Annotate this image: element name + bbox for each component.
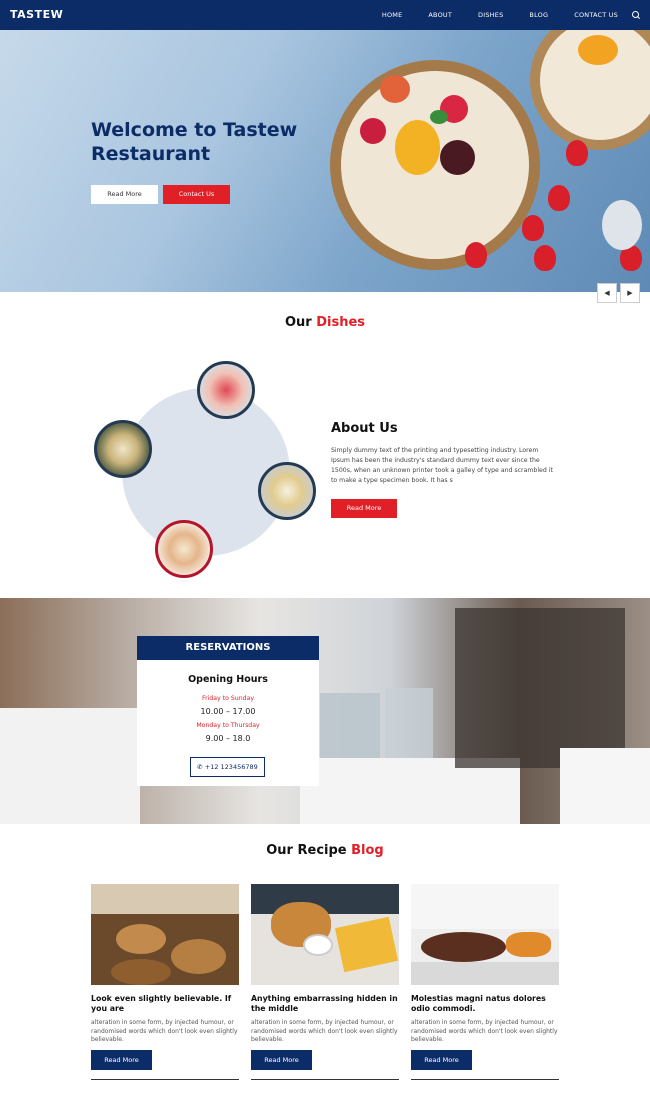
dishes-section-title: Our Dishes <box>0 315 650 330</box>
blog-image-1-food <box>111 959 171 985</box>
opening-day-2: Monday to Thursday <box>196 722 260 729</box>
dish-plate <box>258 462 316 520</box>
blog-image-1-food <box>116 924 166 954</box>
about-read-more-button[interactable]: Read More <box>331 499 397 518</box>
hero-fruit <box>360 118 386 144</box>
hero-strawberry <box>465 242 487 268</box>
chair <box>455 608 625 768</box>
arrow-right-icon[interactable]: ▶ <box>620 283 640 303</box>
hero-contact-button[interactable]: Contact Us <box>163 185 230 204</box>
nav-menu: HOME ABOUT DISHES BLOG CONTACT US <box>356 0 640 30</box>
opening-hours-1: 10.00 – 17.00 <box>200 707 256 716</box>
opening-day-1: Friday to Sunday <box>201 695 255 702</box>
dishes-title-accent: Dishes <box>316 315 366 330</box>
opening-hours-title: Opening Hours <box>188 674 268 685</box>
blog-post-text-1: alteration in some form, by injected hum… <box>91 1019 238 1043</box>
blog-image-2-sauce <box>303 934 333 956</box>
hero-strawberry <box>534 245 556 271</box>
hero-fruit <box>380 75 410 103</box>
blog-image-1-bg <box>91 884 239 914</box>
hero-title: Welcome to Tastew Restaurant <box>91 119 298 165</box>
hero-strawberry <box>522 215 544 241</box>
hero-read-more-button[interactable]: Read More <box>91 185 158 204</box>
blog-title-accent: Blog <box>351 843 384 858</box>
blog-image-3-food <box>421 932 506 962</box>
opening-hours-2: 9.00 – 18.0 <box>205 734 251 743</box>
blog-post-text-3: alteration in some form, by injected hum… <box>411 1019 558 1043</box>
hero-banner: Welcome to Tastew Restaurant Read More C… <box>0 30 650 292</box>
blog-section-title: Our Recipe Blog <box>0 843 650 858</box>
arrow-left-icon[interactable]: ◀ <box>597 283 617 303</box>
blog-image-3-bg <box>411 884 559 929</box>
phone-icon: ✆ <box>197 763 205 771</box>
blog-image-2-fries <box>334 916 399 973</box>
navbar: TASTEW HOME ABOUT DISHES BLOG CONTACT US <box>0 0 650 30</box>
dishes-title-part: Our <box>284 315 317 330</box>
about-title: About Us <box>331 421 398 436</box>
hero-strawberry <box>548 185 570 211</box>
napkin <box>560 748 650 824</box>
brand-logo[interactable]: TASTEW <box>10 8 63 21</box>
hero-leaf <box>430 110 448 124</box>
nav-home[interactable]: HOME <box>382 11 403 19</box>
blog-post-title-3[interactable]: Molestias magni natus dolores odio commo… <box>411 994 561 1014</box>
blog-image-3-plate <box>411 962 559 985</box>
phone-number: +12 123456789 <box>204 763 258 771</box>
hero-bowl-inner <box>341 71 529 259</box>
dish-plate <box>197 361 255 419</box>
nav-dishes[interactable]: DISHES <box>478 11 503 19</box>
blog-image-2[interactable] <box>251 884 399 985</box>
blog-post-title-1[interactable]: Look even slightly believable. If you ar… <box>91 994 241 1014</box>
reservations-background <box>0 598 650 824</box>
blog-post-title-2[interactable]: Anything embarrassing hidden in the midd… <box>251 994 401 1014</box>
hero-strawberry <box>566 140 588 166</box>
blog-image-1[interactable] <box>91 884 239 985</box>
blog-divider <box>91 1079 239 1080</box>
blog-divider <box>251 1079 399 1080</box>
dish-plate <box>94 420 152 478</box>
blog-title-part: Our Recipe <box>266 843 352 858</box>
blog-post-text-2: alteration in some form, by injected hum… <box>251 1019 398 1043</box>
nav-blog[interactable]: BLOG <box>529 11 548 19</box>
hero-fruit <box>578 35 618 65</box>
nav-contact[interactable]: CONTACT US <box>574 11 618 19</box>
about-text: Simply dummy text of the printing and ty… <box>331 447 553 484</box>
blog-image-1-food <box>171 939 226 974</box>
blog-read-more-button-1[interactable]: Read More <box>91 1050 152 1070</box>
hero-fruit <box>395 120 440 175</box>
dish-plate <box>155 520 213 578</box>
search-icon[interactable] <box>632 11 640 19</box>
blog-read-more-button-3[interactable]: Read More <box>411 1050 472 1070</box>
blog-image-3-food <box>506 932 551 957</box>
phone-button[interactable]: ✆ +12 123456789 <box>190 757 265 777</box>
hero-fruit <box>440 140 475 175</box>
napkin <box>0 708 140 824</box>
blog-image-3[interactable] <box>411 884 559 985</box>
hero-spoon <box>602 200 642 250</box>
blog-read-more-button-2[interactable]: Read More <box>251 1050 312 1070</box>
nav-about[interactable]: ABOUT <box>428 11 452 19</box>
blog-divider <box>411 1079 559 1080</box>
reservations-header: RESERVATIONS <box>137 636 319 660</box>
